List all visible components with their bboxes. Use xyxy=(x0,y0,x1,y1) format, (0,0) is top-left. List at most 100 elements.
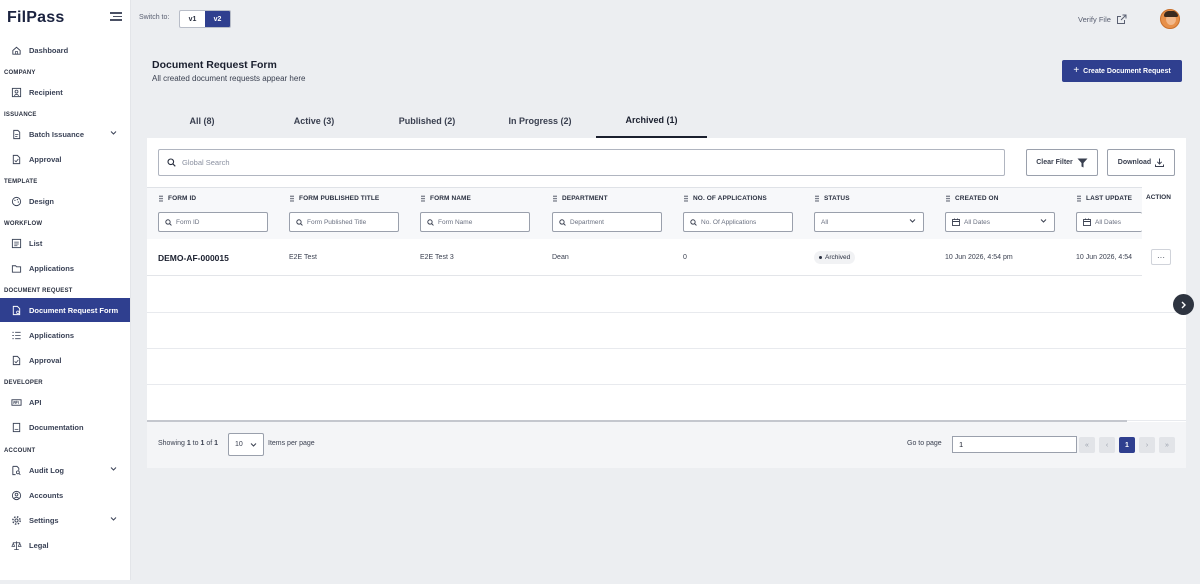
sidebar-item-label: Accounts xyxy=(29,490,64,500)
drag-handle-icon[interactable] xyxy=(421,195,425,202)
next-page-button[interactable]: › xyxy=(1139,437,1155,453)
collapse-sidebar-icon[interactable] xyxy=(110,12,122,22)
column-header-created-on[interactable]: CREATED ON xyxy=(946,195,999,202)
status-badge: Archived xyxy=(814,251,856,264)
page-1-button[interactable]: 1 xyxy=(1119,437,1135,453)
sidebar-item-api[interactable]: API xyxy=(0,390,130,414)
cell-last-updated: 10 Jun 2026, 4:54 xyxy=(1076,254,1133,261)
clear-filter-label: Clear Filter xyxy=(1036,159,1073,166)
sidebar-item-approval[interactable]: Approval xyxy=(0,147,130,171)
sidebar-item-label: List xyxy=(29,238,43,248)
search-icon xyxy=(690,218,697,226)
tab-in-progress[interactable]: In Progress (2) xyxy=(485,103,595,138)
filter-applications-input[interactable]: No. Of Applications xyxy=(683,212,793,232)
row-actions-button[interactable]: ··· xyxy=(1151,249,1171,265)
cell-created-on: 10 Jun 2026, 4:54 pm xyxy=(945,254,1013,261)
version-v2-button[interactable]: v2 xyxy=(205,11,230,27)
sidebar-item-applications[interactable]: Applications xyxy=(0,256,130,280)
cell-published-title: E2E Test xyxy=(289,254,317,261)
table-row[interactable]: DEMO-AF-000015 E2E Test E2E Test 3 Dean … xyxy=(147,239,1186,276)
drag-handle-icon[interactable] xyxy=(946,195,950,202)
items-per-page-label: Items per page xyxy=(268,440,315,447)
drag-handle-icon[interactable] xyxy=(684,195,688,202)
filter-status-select[interactable]: All xyxy=(814,212,924,232)
section-template: TEMPLATE xyxy=(4,179,38,185)
column-header-form-id[interactable]: FORM ID xyxy=(159,195,196,202)
sidebar-item-recipient[interactable]: Recipient xyxy=(0,80,130,104)
section-workflow: WORKFLOW xyxy=(4,221,43,227)
sidebar-item-label: Legal xyxy=(29,540,49,550)
search-placeholder: Global Search xyxy=(182,158,230,167)
gear-icon xyxy=(10,514,22,526)
filter-last-updated-select[interactable]: All Dates xyxy=(1076,212,1142,232)
items-per-page-select[interactable]: 10 xyxy=(228,433,264,456)
column-header-applications[interactable]: NO. OF APPLICATIONS xyxy=(684,195,767,202)
tab-published[interactable]: Published (2) xyxy=(372,103,482,138)
drag-handle-icon[interactable] xyxy=(290,195,294,202)
first-page-button[interactable]: « xyxy=(1079,437,1095,453)
section-company: COMPANY xyxy=(4,70,36,76)
list-icon xyxy=(10,237,22,249)
sidebar-item-label: Design xyxy=(29,196,55,206)
sidebar-item-audit-log[interactable]: Audit Log xyxy=(0,458,130,482)
column-header-published-title[interactable]: FORM PUBLISHED TITLE xyxy=(290,195,379,202)
cell-form-name: E2E Test 3 xyxy=(420,254,454,261)
sidebar-item-dr-approval[interactable]: Approval xyxy=(0,348,130,372)
chevron-down-icon xyxy=(1040,219,1047,223)
sidebar-item-list[interactable]: List xyxy=(0,231,130,255)
sidebar-item-label: Batch Issuance xyxy=(29,129,85,139)
version-v1-button[interactable]: v1 xyxy=(180,11,205,27)
go-to-page-input[interactable]: 1 xyxy=(952,436,1077,453)
chevron-down-icon xyxy=(110,517,117,521)
empty-row xyxy=(147,313,1186,349)
download-button[interactable]: Download xyxy=(1107,149,1175,176)
filter-department-input[interactable]: Department xyxy=(552,212,662,232)
tab-all[interactable]: All (8) xyxy=(147,103,257,138)
column-header-status[interactable]: STATUS xyxy=(815,195,850,202)
sidebar-item-batch-issuance[interactable]: Batch Issuance xyxy=(0,122,130,146)
verify-file-link[interactable]: Verify File xyxy=(1078,14,1127,25)
sidebar-item-legal[interactable]: Legal xyxy=(0,533,130,557)
clear-filter-button[interactable]: Clear Filter xyxy=(1026,149,1098,176)
search-icon xyxy=(296,218,303,226)
create-document-request-button[interactable]: + Create Document Request xyxy=(1062,60,1182,82)
filter-form-name-input[interactable]: Form Name xyxy=(420,212,530,232)
drag-handle-icon[interactable] xyxy=(159,195,163,202)
tab-active[interactable]: Active (3) xyxy=(259,103,369,138)
sidebar-item-label: Applications xyxy=(29,263,75,273)
go-to-page-label: Go to page xyxy=(907,440,942,447)
section-developer: DEVELOPER xyxy=(4,380,43,386)
last-page-button[interactable]: » xyxy=(1159,437,1175,453)
switch-label: Switch to: xyxy=(139,14,170,21)
sidebar-item-dashboard[interactable]: Dashboard xyxy=(0,38,130,62)
scroll-right-button[interactable] xyxy=(1173,294,1194,315)
column-header-last-updated[interactable]: LAST UPDATE xyxy=(1077,195,1132,202)
sidebar-item-settings[interactable]: Settings xyxy=(0,508,130,532)
download-label: Download xyxy=(1117,159,1152,166)
sidebar-item-dr-applications[interactable]: Applications xyxy=(0,323,130,347)
download-icon xyxy=(1155,158,1165,167)
filter-published-title-input[interactable]: Form Published Title xyxy=(289,212,399,232)
drag-handle-icon[interactable] xyxy=(1077,195,1081,202)
drag-handle-icon[interactable] xyxy=(553,195,557,202)
app-logo[interactable]: FilPass xyxy=(7,9,64,27)
sidebar-item-design[interactable]: Design xyxy=(0,189,130,213)
filter-created-on-select[interactable]: All Dates xyxy=(945,212,1055,232)
sidebar-item-label: Dashboard xyxy=(29,45,69,55)
prev-page-button[interactable]: ‹ xyxy=(1099,437,1115,453)
column-header-department[interactable]: DEPARTMENT xyxy=(553,195,608,202)
sidebar-item-accounts[interactable]: Accounts xyxy=(0,483,130,507)
sidebar-item-label: Documentation xyxy=(29,422,84,432)
global-search-input[interactable]: Global Search xyxy=(158,149,1005,176)
document-search-icon xyxy=(10,464,22,476)
person-card-icon xyxy=(10,86,22,98)
avatar[interactable] xyxy=(1160,9,1180,29)
verify-file-label: Verify File xyxy=(1078,15,1111,24)
tab-archived[interactable]: Archived (1) xyxy=(596,103,707,138)
filter-form-id-input[interactable]: Form ID xyxy=(158,212,268,232)
sidebar-item-documentation[interactable]: Documentation xyxy=(0,415,130,439)
column-header-form-name[interactable]: FORM NAME xyxy=(421,195,471,202)
sidebar-item-document-request-form[interactable]: Document Request Form xyxy=(0,298,130,322)
search-icon xyxy=(559,218,566,226)
drag-handle-icon[interactable] xyxy=(815,195,819,202)
